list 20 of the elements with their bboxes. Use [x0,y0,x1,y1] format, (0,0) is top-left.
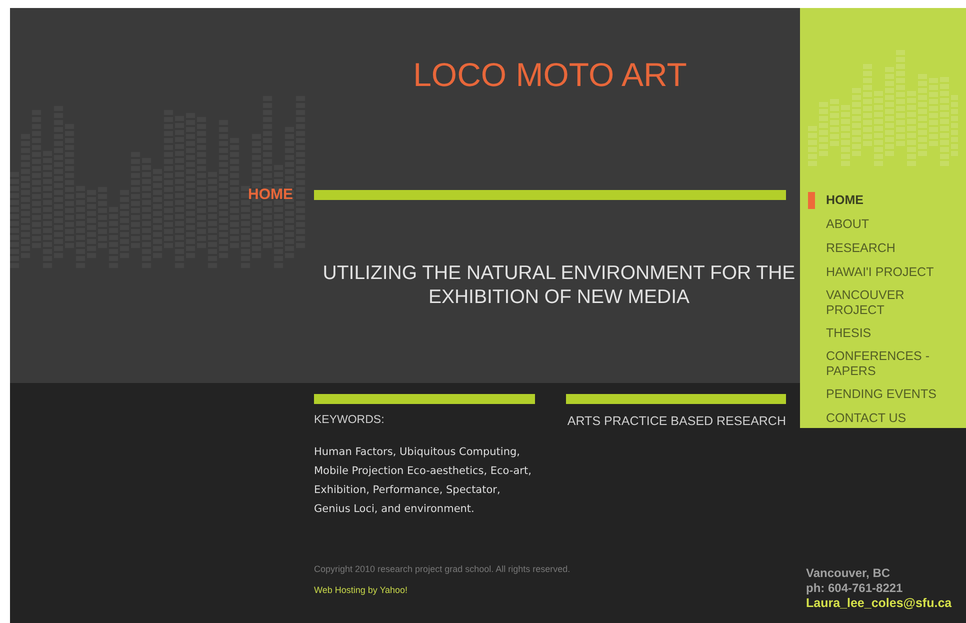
nav-link[interactable]: CONTACT US [826,411,966,426]
section-heading: ARTS PRACTICE BASED RESEARCH [567,414,786,428]
hosting-link[interactable]: Web Hosting by Yahoo! [314,584,408,597]
contact-phone: ph: 604-761-8221 [806,581,904,596]
nav-link[interactable]: ABOUT [826,217,966,232]
copyright-text: Copyright 2010 research project grad school. All rights reserved. [314,563,572,576]
nav-link[interactable]: VANCOUVER PROJECT [826,288,966,318]
nav-link[interactable]: HAWAI'I PROJECT [826,265,966,280]
email-link[interactable]: Laura_lee_coles@sfu.ca [806,596,952,610]
page-heading: HOME [247,185,293,205]
nav-link[interactable]: HOME [826,193,966,208]
keywords-text: Human Factors, Ubiquitous Computing, Mobile Projection Eco-aesthetics, Eco-art, Exhibition, Performance, Spectator, Genius Loci, and environment. [314,445,532,518]
nav-link[interactable]: RESEARCH [826,241,966,256]
keywords-heading: KEYWORDS: [314,414,384,426]
site-title: LOCO MOTO ART [413,56,687,93]
contact-city: Vancouver, BC [806,566,892,581]
tagline: UTILIZING THE NATURAL ENVIRONMENT FOR THE EXHIBITION OF NEW MEDIA [322,260,796,308]
nav-link[interactable]: PENDING EVENTS [826,387,966,402]
nav-link[interactable]: CONFERENCES - PAPERS [826,349,966,379]
nav-link[interactable]: THESIS [826,326,966,341]
